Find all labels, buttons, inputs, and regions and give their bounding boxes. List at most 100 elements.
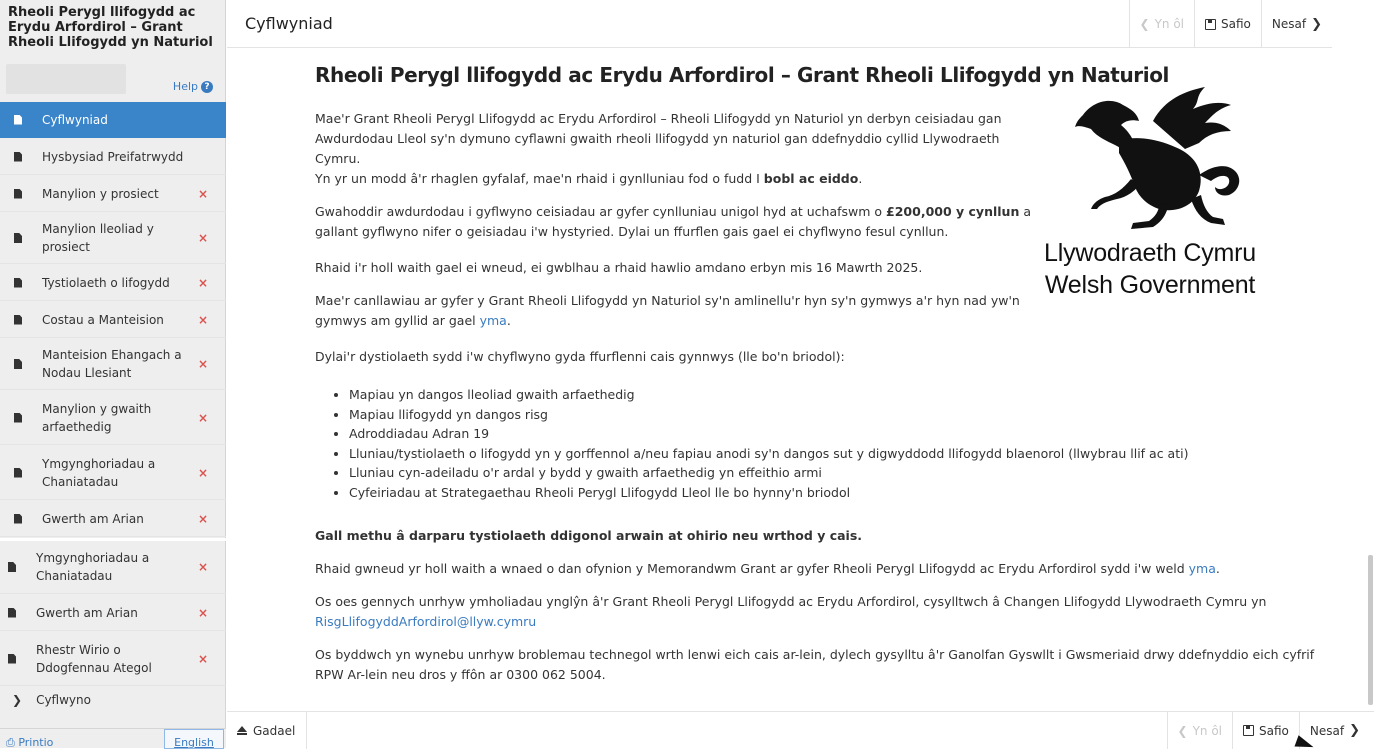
bold-text: £200,000 y cynllun	[886, 204, 1020, 219]
app-title: Rheoli Perygl llifogydd ac Erydu Arfordi…	[8, 5, 213, 50]
document-icon	[14, 277, 22, 288]
back-button-bottom[interactable]: ❮ Yn ôl	[1166, 712, 1233, 749]
print-label[interactable]: Printio	[18, 736, 53, 749]
guidance-link[interactable]: yma	[480, 313, 507, 328]
error-icon: ×	[198, 357, 209, 371]
nav-item-gwerth-am-arian-2[interactable]: Gwerth am Arian ×	[0, 595, 226, 631]
nav-item-manylion-prosiect[interactable]: Manylion y prosiect ×	[0, 176, 226, 212]
nav-item-label: Manylion y gwaith arfaethedig	[42, 401, 152, 434]
text-span: .	[506, 313, 511, 328]
nav-item-manylion-lleoliad[interactable]: Manylion lleoliad y prosiect ×	[0, 213, 226, 264]
list-item: Lluniau cyn-adeiladu o'r ardal y bydd y …	[349, 463, 1188, 483]
bottom-nav-buttons: ❮ Yn ôl Safio Nesaf ❯	[1166, 712, 1370, 749]
leave-label: Gadael	[253, 723, 296, 738]
leave-button[interactable]: Gadael	[227, 712, 307, 749]
list-item: Lluniau/tystiolaeth o lifogydd yn y gorf…	[349, 444, 1188, 464]
top-toolbar: Cyflwyniad ❮ Yn ôl Safio Nesaf ❯	[227, 0, 1332, 48]
document-icon	[8, 607, 16, 618]
bottom-toolbar: Gadael ❮ Yn ôl Safio Nesaf ❯	[227, 711, 1374, 749]
error-icon: ×	[198, 465, 209, 480]
printer-icon[interactable]: ⎙	[6, 736, 15, 749]
bold-text: bobl ac eiddo	[763, 171, 859, 186]
memorandum-paragraph: Rhaid gwneud yr holl waith a wnaed o dan…	[315, 559, 1315, 579]
page-title: Cyflwyniad	[245, 14, 333, 33]
nav-item-label: Costau a Manteision	[42, 312, 164, 327]
nav-item-label: Manteision Ehangach a Nodau Llesiant	[42, 348, 182, 380]
question-circle-icon[interactable]: ?	[201, 80, 213, 93]
document-icon	[14, 412, 22, 423]
save-button-bottom[interactable]: Safio	[1232, 712, 1299, 749]
deadline-paragraph: Rhaid i'r holl waith gael ei wneud, ei g…	[315, 260, 923, 275]
evidence-list: Mapiau yn dangos lleoliad gwaith arfaeth…	[315, 385, 1188, 502]
nav-item-costau-manteision[interactable]: Costau a Manteision ×	[0, 302, 226, 338]
memorandum-link[interactable]: yma	[1189, 561, 1216, 576]
nav-item-label: Tystiolaeth o lifogydd	[42, 275, 170, 290]
contact-paragraph: Os oes gennych unrhyw ymholiadau ynglŷn …	[315, 592, 1325, 632]
evidence-intro: Dylai'r dystiolaeth sydd i'w chyflwyno g…	[315, 349, 845, 364]
language-toggle-button[interactable]: English	[164, 729, 224, 749]
document-icon	[8, 562, 16, 572]
text-span: Mae'r canllawiau ar gyfer y Grant Rheoli…	[315, 293, 1020, 328]
next-button[interactable]: Nesaf ❯	[1260, 0, 1332, 48]
nav-item-ymgynghoriadau[interactable]: Ymgynghoriadau a Chaniatadau ×	[0, 446, 226, 500]
save-label: Safio	[1259, 723, 1289, 738]
nav-item-tystiolaeth-lifogydd[interactable]: Tystiolaeth o lifogydd ×	[0, 265, 226, 301]
save-button[interactable]: Safio	[1194, 0, 1261, 48]
user-info-redacted	[6, 64, 126, 94]
text-span: .	[858, 171, 863, 186]
logo-welsh-text: Llywodraeth Cymru	[1044, 239, 1256, 267]
nav-item-label: Cyflwyno	[36, 693, 91, 707]
list-item: Mapiau llifogydd yn dangos risg	[349, 405, 1188, 425]
save-icon	[1243, 725, 1255, 736]
sidebar-footer: ⎙ Printio English	[0, 728, 226, 749]
top-nav-buttons: ❮ Yn ôl Safio Nesaf ❯	[1128, 0, 1332, 48]
chevron-right-icon: ❯	[1349, 723, 1360, 738]
chevron-right-icon: ❯	[1311, 16, 1322, 32]
email-link[interactable]: RisgLlifogyddArfordirol@llyw.cymru	[315, 614, 536, 629]
nav-item-cyflwyniad[interactable]: Cyflwyniad	[0, 102, 226, 138]
sidebar: Rheoli Perygl llifogydd ac Erydu Arfordi…	[0, 0, 226, 749]
nav-item-rhestr-wirio[interactable]: Rhestr Wirio o Ddogfennau Ategol ×	[0, 632, 226, 686]
list-item: Adroddiadau Adran 19	[349, 424, 1188, 444]
chevron-right-icon: ❯	[12, 693, 23, 707]
text-span: .	[1215, 561, 1220, 576]
nav-item-ymgynghoriadau-2[interactable]: Ymgynghoriadau a Chaniatadau ×	[0, 538, 226, 594]
nav-item-label: Ymgynghoriadau a Chaniatadau	[42, 456, 156, 489]
next-label: Nesaf	[1309, 723, 1345, 738]
dragon-icon	[1075, 87, 1240, 229]
nav-item-label: Manylion y prosiect	[42, 186, 159, 201]
nav-item-gwerth-am-arian[interactable]: Gwerth am Arian ×	[0, 501, 226, 537]
text-span: Gwahoddir awdurdodau i gyflwyno ceisiada…	[315, 204, 887, 219]
text-span: Rhaid gwneud yr holl waith a wnaed o dan…	[315, 561, 1189, 576]
nav-item-cyflwyno[interactable]: ❯ Cyflwyno	[0, 687, 226, 713]
document-icon	[14, 188, 22, 199]
list-item: Cyfeiriadau at Strategaethau Rheoli Pery…	[349, 483, 1188, 503]
nav-item-hysbysiad-preifatrwydd[interactable]: Hysbysiad Preifatrwydd	[0, 139, 226, 175]
nav-item-label: Ymgynghoriadau a Chaniatadau	[36, 551, 150, 583]
error-icon: ×	[198, 275, 209, 290]
document-icon	[14, 359, 22, 369]
help-link[interactable]: Help ?	[173, 80, 213, 93]
back-button[interactable]: ❮ Yn ôl	[1128, 0, 1195, 48]
chevron-left-icon: ❮	[1177, 723, 1188, 738]
document-icon	[14, 233, 22, 243]
chevron-left-icon: ❮	[1139, 17, 1150, 31]
document-icon	[14, 151, 22, 162]
save-icon	[1205, 18, 1217, 30]
document-icon	[14, 513, 22, 524]
error-icon: ×	[198, 651, 209, 666]
nav-item-manylion-gwaith[interactable]: Manylion y gwaith arfaethedig ×	[0, 391, 226, 445]
text-span: Os oes gennych unrhyw ymholiadau ynglŷn …	[315, 594, 1267, 609]
technical-help-paragraph: Os byddwch yn wynebu unrhyw broblemau te…	[315, 647, 1315, 682]
next-label: Nesaf	[1271, 17, 1307, 31]
help-label[interactable]: Help	[173, 80, 198, 93]
list-item: Mapiau yn dangos lleoliad gwaith arfaeth…	[349, 385, 1188, 405]
nav-item-label: Gwerth am Arian	[42, 511, 144, 526]
nav-item-manteision-ehangach[interactable]: Manteision Ehangach a Nodau Llesiant ×	[0, 339, 226, 390]
scrollbar-thumb[interactable]	[1368, 555, 1373, 705]
eject-icon	[237, 725, 247, 736]
error-icon: ×	[198, 231, 209, 245]
error-icon: ×	[198, 605, 209, 620]
back-label: Yn ôl	[1192, 723, 1223, 738]
document-icon	[14, 467, 22, 478]
